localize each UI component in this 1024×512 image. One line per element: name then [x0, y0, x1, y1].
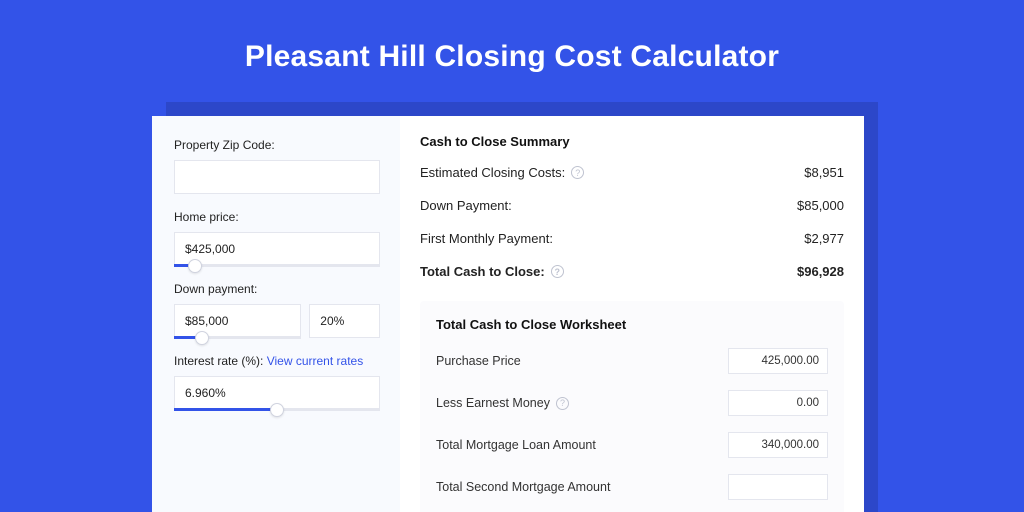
summary-row-value: $2,977 — [804, 231, 844, 246]
zip-label: Property Zip Code: — [174, 138, 380, 152]
rate-label: Interest rate (%): — [174, 354, 263, 368]
rate-label-row: Interest rate (%): View current rates — [174, 354, 380, 368]
rate-field: Interest rate (%): View current rates — [174, 354, 380, 410]
summary-row-label: Down Payment: — [420, 198, 512, 213]
summary-label-text: Estimated Closing Costs: — [420, 165, 565, 180]
worksheet-row-label: Total Mortgage Loan Amount — [436, 438, 596, 452]
summary-row-label: Estimated Closing Costs:? — [420, 165, 584, 180]
slider-thumb[interactable] — [270, 403, 284, 417]
worksheet-row-label: Less Earnest Money? — [436, 396, 569, 410]
summary-label-text: First Monthly Payment: — [420, 231, 553, 246]
view-rates-link[interactable]: View current rates — [267, 354, 364, 368]
summary-label-text: Down Payment: — [420, 198, 512, 213]
slider-thumb[interactable] — [195, 331, 209, 345]
worksheet-label-text: Total Second Mortgage Amount — [436, 480, 610, 494]
inputs-panel: Property Zip Code: Home price: Down paym… — [152, 116, 400, 512]
worksheet-label-text: Less Earnest Money — [436, 396, 550, 410]
summary-row: Down Payment: $85,000 — [420, 198, 844, 231]
down-label: Down payment: — [174, 282, 380, 296]
slider-track — [174, 264, 380, 267]
worksheet-title: Total Cash to Close Worksheet — [436, 317, 828, 332]
page-title: Pleasant Hill Closing Cost Calculator — [0, 0, 1024, 74]
down-pct-input[interactable] — [309, 304, 380, 338]
summary-row-label: Total Cash to Close:? — [420, 264, 564, 279]
summary-row-label: First Monthly Payment: — [420, 231, 553, 246]
slider-thumb[interactable] — [188, 259, 202, 273]
worksheet-input[interactable] — [728, 432, 828, 458]
slider-fill — [174, 408, 277, 411]
price-field: Home price: — [174, 210, 380, 266]
down-amount-slider[interactable] — [174, 304, 301, 338]
help-icon[interactable]: ? — [571, 166, 584, 179]
worksheet-row: Purchase Price — [436, 348, 828, 390]
rate-slider[interactable] — [174, 376, 380, 410]
worksheet-row-label: Total Second Mortgage Amount — [436, 480, 610, 494]
worksheet-list: Purchase Price Less Earnest Money? Total M… — [436, 348, 828, 512]
zip-input[interactable] — [174, 160, 380, 194]
summary-row: First Monthly Payment: $2,977 — [420, 231, 844, 264]
worksheet-row: Total Second Mortgage Amount — [436, 474, 828, 512]
worksheet-label-text: Purchase Price — [436, 354, 521, 368]
summary-row: Estimated Closing Costs:? $8,951 — [420, 165, 844, 198]
worksheet-label-text: Total Mortgage Loan Amount — [436, 438, 596, 452]
down-field: Down payment: — [174, 282, 380, 338]
price-label: Home price: — [174, 210, 380, 224]
worksheet-row: Total Mortgage Loan Amount — [436, 432, 828, 474]
price-slider[interactable] — [174, 232, 380, 266]
price-input[interactable] — [174, 232, 380, 266]
summary-label-text: Total Cash to Close: — [420, 264, 545, 279]
summary-row: Total Cash to Close:? $96,928 — [420, 264, 844, 297]
help-icon[interactable]: ? — [556, 397, 569, 410]
worksheet-row: Less Earnest Money? — [436, 390, 828, 432]
worksheet-panel: Total Cash to Close Worksheet Purchase P… — [420, 301, 844, 512]
results-panel: Cash to Close Summary Estimated Closing … — [400, 116, 864, 512]
down-amount-input[interactable] — [174, 304, 301, 338]
zip-field: Property Zip Code: — [174, 138, 380, 194]
worksheet-input[interactable] — [728, 390, 828, 416]
summary-row-value: $8,951 — [804, 165, 844, 180]
calculator-card: Property Zip Code: Home price: Down paym… — [152, 116, 864, 512]
summary-row-value: $85,000 — [797, 198, 844, 213]
help-icon[interactable]: ? — [551, 265, 564, 278]
worksheet-input[interactable] — [728, 474, 828, 500]
summary-row-value: $96,928 — [797, 264, 844, 279]
summary-title: Cash to Close Summary — [420, 134, 844, 149]
worksheet-row-label: Purchase Price — [436, 354, 521, 368]
worksheet-input[interactable] — [728, 348, 828, 374]
summary-list: Estimated Closing Costs:? $8,951 Down Paym… — [420, 165, 844, 297]
app-background: Pleasant Hill Closing Cost Calculator Pr… — [0, 0, 1024, 512]
down-pct-wrap — [309, 304, 380, 338]
